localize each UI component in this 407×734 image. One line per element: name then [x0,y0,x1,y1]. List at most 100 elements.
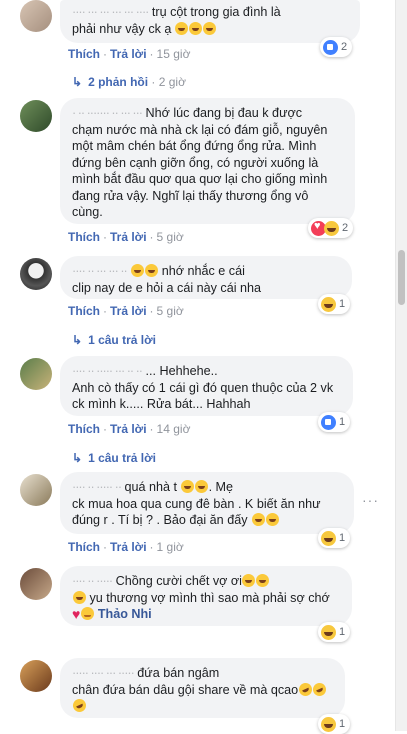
reply-arrow-icon: ↳ [72,451,83,465]
avatar[interactable] [20,568,52,600]
reaction-summary[interactable]: 2 [320,37,353,57]
comment-text: đứa bán ngâm [137,666,220,680]
comment-actions: Thích · Trả lời · 15 giờ [68,47,191,61]
comment-bubble: ···· ··· ··· ··· ··· ···· trụ cột trong … [60,0,360,43]
like-icon [323,39,338,55]
comment-text: ... Hehhehe.. [145,364,218,378]
reply-arrow-icon: ↳ [72,333,83,347]
comment-text: đúng r . Tí bị ? . Bảo đại ăn đấy [72,513,248,527]
heart-emoji: ♥ [72,606,81,622]
like-link[interactable]: Thích [68,230,100,244]
rofl-emoji [296,680,314,698]
scrollbar[interactable] [395,0,407,731]
commenter-name-blurred: ···· ·· ··· ··· ·· [72,264,128,278]
haha-emoji [130,264,144,277]
haha-emoji [256,574,270,587]
comment-actions: Thích · Trả lời · 5 giờ [68,230,184,244]
haha-icon [321,530,336,546]
reaction-summary[interactable]: 1 [318,412,351,432]
timestamp[interactable]: 5 giờ [157,304,184,318]
comment-text: nhớ nhắc e cái [158,264,245,278]
like-link[interactable]: Thích [68,422,100,436]
haha-emoji [251,513,265,526]
comment-text: đứng bên cạnh giỡn ổng, có người xuống l… [72,155,319,170]
comment-text: quá nhà t [124,480,178,494]
like-link[interactable]: Thích [68,47,100,61]
reply-link[interactable]: Trả lời [110,422,147,436]
haha-emoji [189,22,203,35]
view-replies-link[interactable]: ↳ 1 câu trả lời [72,451,156,465]
smile-emoji [80,607,94,620]
timestamp[interactable]: 14 giờ [157,422,191,436]
comment-bubble: ···· ·· ····· ·· quá nhà t . Mẹ ck mua h… [60,472,354,534]
avatar[interactable] [20,474,52,506]
comment-text: Chồng cười chết vợ ơi [115,574,242,588]
timestamp[interactable]: 5 giờ [157,230,184,244]
comment-text: mình bắt đầu quơ qua quơ lại cho giống m… [72,172,328,186]
commenter-name-blurred: ···· ·· ····· ·· [72,480,122,494]
avatar[interactable] [20,258,52,290]
comment-actions: Thích · Trả lời · 1 giờ [68,540,184,554]
comment-text: chân đứa bán dâu gội share về mà qcao [72,682,299,697]
comment-bubble: ····· ···· ··· ····· đứa bán ngâm chân đ… [60,658,345,718]
reaction-summary[interactable]: 2 [308,218,354,238]
reaction-summary[interactable]: 1 [318,622,351,642]
comment-text: ck mình k..... Rửa bát... Hahhah [72,397,251,411]
comment-text: phải như vậy ck ạ [72,22,172,36]
haha-emoji [265,513,279,526]
reaction-summary[interactable]: 1 [318,294,351,314]
more-options-icon[interactable]: ··· [362,492,379,508]
commenter-name-blurred: · ·· ······· ·· ··· ··· [72,106,143,120]
reply-link[interactable]: Trả lời [110,540,147,554]
commenter-name-blurred: ···· ·· ····· ··· ·· ·· [72,364,143,378]
commenter-name-blurred: ····· ···· ··· ····· [72,666,135,680]
comment-actions: Thích · Trả lời · 14 giờ [68,422,191,436]
avatar[interactable] [20,660,52,692]
timestamp[interactable]: 1 giờ [157,540,184,554]
commenter-name-blurred: ···· ·· ····· [72,574,113,588]
haha-emoji [203,22,217,35]
comment-text: trụ cột trong gia đình là [148,5,281,19]
haha-emoji [175,22,189,35]
reply-link[interactable]: Trả lời [110,230,147,244]
comment-bubble: · ·· ······· ·· ··· ··· Nhớ lúc đang bị … [60,98,355,224]
reaction-summary[interactable]: 1 [318,714,351,734]
haha-icon [321,624,336,640]
view-replies-link[interactable]: ↳ 1 câu trả lời [72,333,156,347]
haha-emoji [72,590,86,604]
haha-icon [321,716,336,732]
mention-link[interactable]: Thảo Nhi [98,607,152,621]
avatar[interactable] [20,100,52,132]
like-link[interactable]: Thích [68,304,100,318]
like-link[interactable]: Thích [68,540,100,554]
comment-text: chạm nước mà nhà ck lại có đám giỗ, nguy… [72,122,328,137]
comment-text: một mâm chén bát ổng đứng ổng rửa. Mình [72,139,317,153]
avatar[interactable] [20,358,52,390]
haha-icon [324,220,339,236]
comment-text: ck mua hoa qua cung đê bàn . K biết ăn n… [72,496,321,511]
commenter-name-blurred: ···· ··· ··· ··· ··· ···· [72,5,149,19]
comment-text: cùng. [72,205,103,219]
comment-text: đang rửa vậy. Nghĩ lại thấy thương ổng v… [72,188,309,203]
avatar[interactable] [20,0,52,32]
reply-link[interactable]: Trả lời [110,304,147,318]
haha-emoji [144,264,158,277]
comment-bubble: ···· ·· ····· ··· ·· ·· ... Hehhehe.. An… [60,356,353,416]
comment-text: Nhớ lúc đang bị đau k được [145,106,303,120]
rofl-emoji [310,680,328,698]
comment-text: Anh cò thấy có 1 cái gì đó quen thuộc củ… [72,380,334,395]
comment-actions: Thích · Trả lời · 5 giờ [68,304,184,318]
like-icon [321,414,336,430]
haha-emoji [242,574,256,587]
rofl-emoji [70,696,88,715]
reaction-summary[interactable]: 1 [318,528,351,548]
view-replies-link[interactable]: ↳ 2 phản hồi · 2 giờ [72,75,186,89]
haha-emoji [195,480,209,493]
reply-arrow-icon: ↳ [72,75,83,89]
scrollbar-thumb[interactable] [398,250,405,305]
timestamp[interactable]: 15 giờ [157,47,191,61]
reply-link[interactable]: Trả lời [110,47,147,61]
haha-emoji [181,480,195,493]
comment-text: clip nay de e hỏi a cái này cái nha [72,280,262,295]
comment-bubble: ···· ·· ····· Chồng cười chết vợ ơi yu t… [60,566,352,626]
